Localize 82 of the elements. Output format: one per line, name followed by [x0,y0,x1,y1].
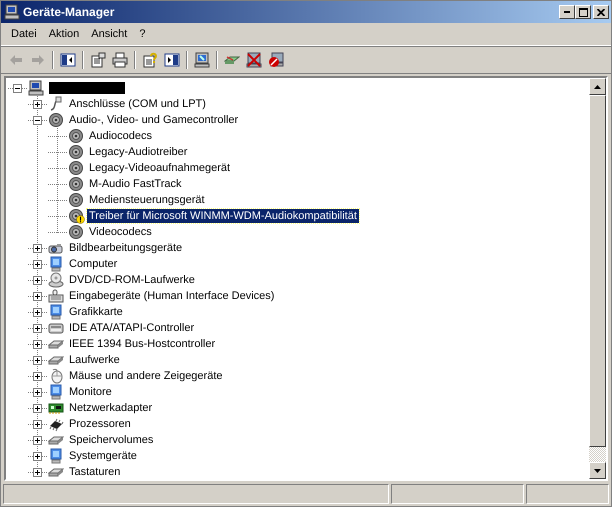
tree-item[interactable]: IDE ATA/ATAPI-Controller [67,321,196,335]
minimize-icon [564,11,570,13]
speaker-icon [48,112,64,128]
monitor-icon [194,52,210,68]
tree-item[interactable]: Legacy-Videoaufnahmegerät [87,161,232,175]
expand-toggle[interactable] [33,244,42,253]
tree-item[interactable]: Eingabegeräte (Human Interface Devices) [67,289,276,303]
tree-item[interactable]: Prozessoren [67,417,133,431]
monitor-icon [48,304,64,320]
expand-toggle[interactable] [33,356,42,365]
speaker-icon [68,224,84,240]
speaker-icon [68,144,84,160]
expand-toggle[interactable] [33,420,42,429]
tree-item[interactable]: Tastaturen [67,465,122,479]
expand-toggle[interactable] [33,292,42,301]
panel-toggle-icon [60,52,76,68]
menu-item[interactable]: ? [133,26,152,42]
expand-toggle[interactable] [33,308,42,317]
tree-item[interactable]: Grafikkarte [67,305,125,319]
speaker-icon [68,128,84,144]
tree-item[interactable]: Mediensteuerungsgerät [87,193,207,207]
maximize-button[interactable] [575,5,591,19]
expand-toggle[interactable] [33,404,42,413]
tree-item[interactable]: Laufwerke [67,353,122,367]
computer-icon [4,4,20,20]
tree-item[interactable]: Videocodecs [87,225,154,239]
monitor-icon [48,256,64,272]
collapse-toggle[interactable] [13,84,22,93]
tree-item[interactable]: Audio-, Video- und Gamecontroller [67,113,240,127]
tree-item[interactable]: IEEE 1394 Bus-Hostcontroller [67,337,218,351]
printer-icon [112,52,128,68]
tree-item[interactable]: Speichervolumes [67,433,156,447]
down-arrow-icon [594,468,601,472]
menu-item[interactable]: Ansicht [85,26,134,42]
tree-item[interactable]: Systemgeräte [67,449,139,463]
tree-item[interactable]: DVD/CD-ROM-Laufwerke [67,273,197,287]
speaker-icon [68,192,84,208]
collapse-toggle[interactable] [33,116,42,125]
tree-item[interactable]: Mäuse und andere Zeigegeräte [67,369,224,383]
expand-toggle[interactable] [33,324,42,333]
close-button[interactable] [593,5,609,19]
scrollbar[interactable] [589,78,606,479]
connector-icon [48,96,64,112]
tree-item[interactable]: M-Audio FastTrack [87,177,184,191]
tree-item[interactable]: Bildbearbeitungsgeräte [67,241,184,255]
expand-toggle[interactable] [33,388,42,397]
window-title: Geräte-Manager [23,5,116,19]
tree-item[interactable]: Audiocodecs [87,129,154,143]
tree-item[interactable]: Treiber für Microsoft WINMM-WDM-Audiokompatibilität [87,209,359,223]
speaker-icon [68,176,84,192]
expand-toggle[interactable] [33,372,42,381]
menu-item[interactable]: Aktion [42,26,86,42]
keyboard-mouse-icon [48,288,64,304]
expand-toggle[interactable] [33,340,42,349]
help-document-icon [142,52,158,68]
tree-item[interactable]: Anschlüsse (COM und LPT) [67,97,208,111]
expand-toggle[interactable] [33,276,42,285]
panel-toggle-icon [164,52,180,68]
expand-toggle[interactable] [33,436,42,445]
chip-icon [48,416,64,432]
document-icon [90,52,106,68]
tree-item[interactable]: Computer [67,257,120,271]
crossed-computer-icon [246,52,262,68]
close-icon [597,8,605,16]
expand-toggle[interactable] [33,452,42,461]
expand-toggle[interactable] [33,260,42,269]
expand-toggle[interactable] [33,100,42,109]
blocked-computer-icon [268,52,284,68]
tree-item[interactable]: Monitore [67,385,114,399]
menu-item[interactable]: Datei [5,26,43,42]
up-arrow-icon [594,84,601,88]
maximize-icon [578,8,588,16]
tree-item[interactable]: Legacy-Audiotreiber [87,145,190,159]
monitor-icon [48,448,64,464]
disc-icon [48,272,64,288]
monitor-icon [48,384,64,400]
expand-toggle[interactable] [33,468,42,477]
forward-arrow-icon [30,52,46,68]
speaker-icon [68,160,84,176]
minimize-button[interactable] [559,5,575,19]
tree-item[interactable]: Netzwerkadapter [67,401,154,415]
computer-icon [28,80,44,96]
